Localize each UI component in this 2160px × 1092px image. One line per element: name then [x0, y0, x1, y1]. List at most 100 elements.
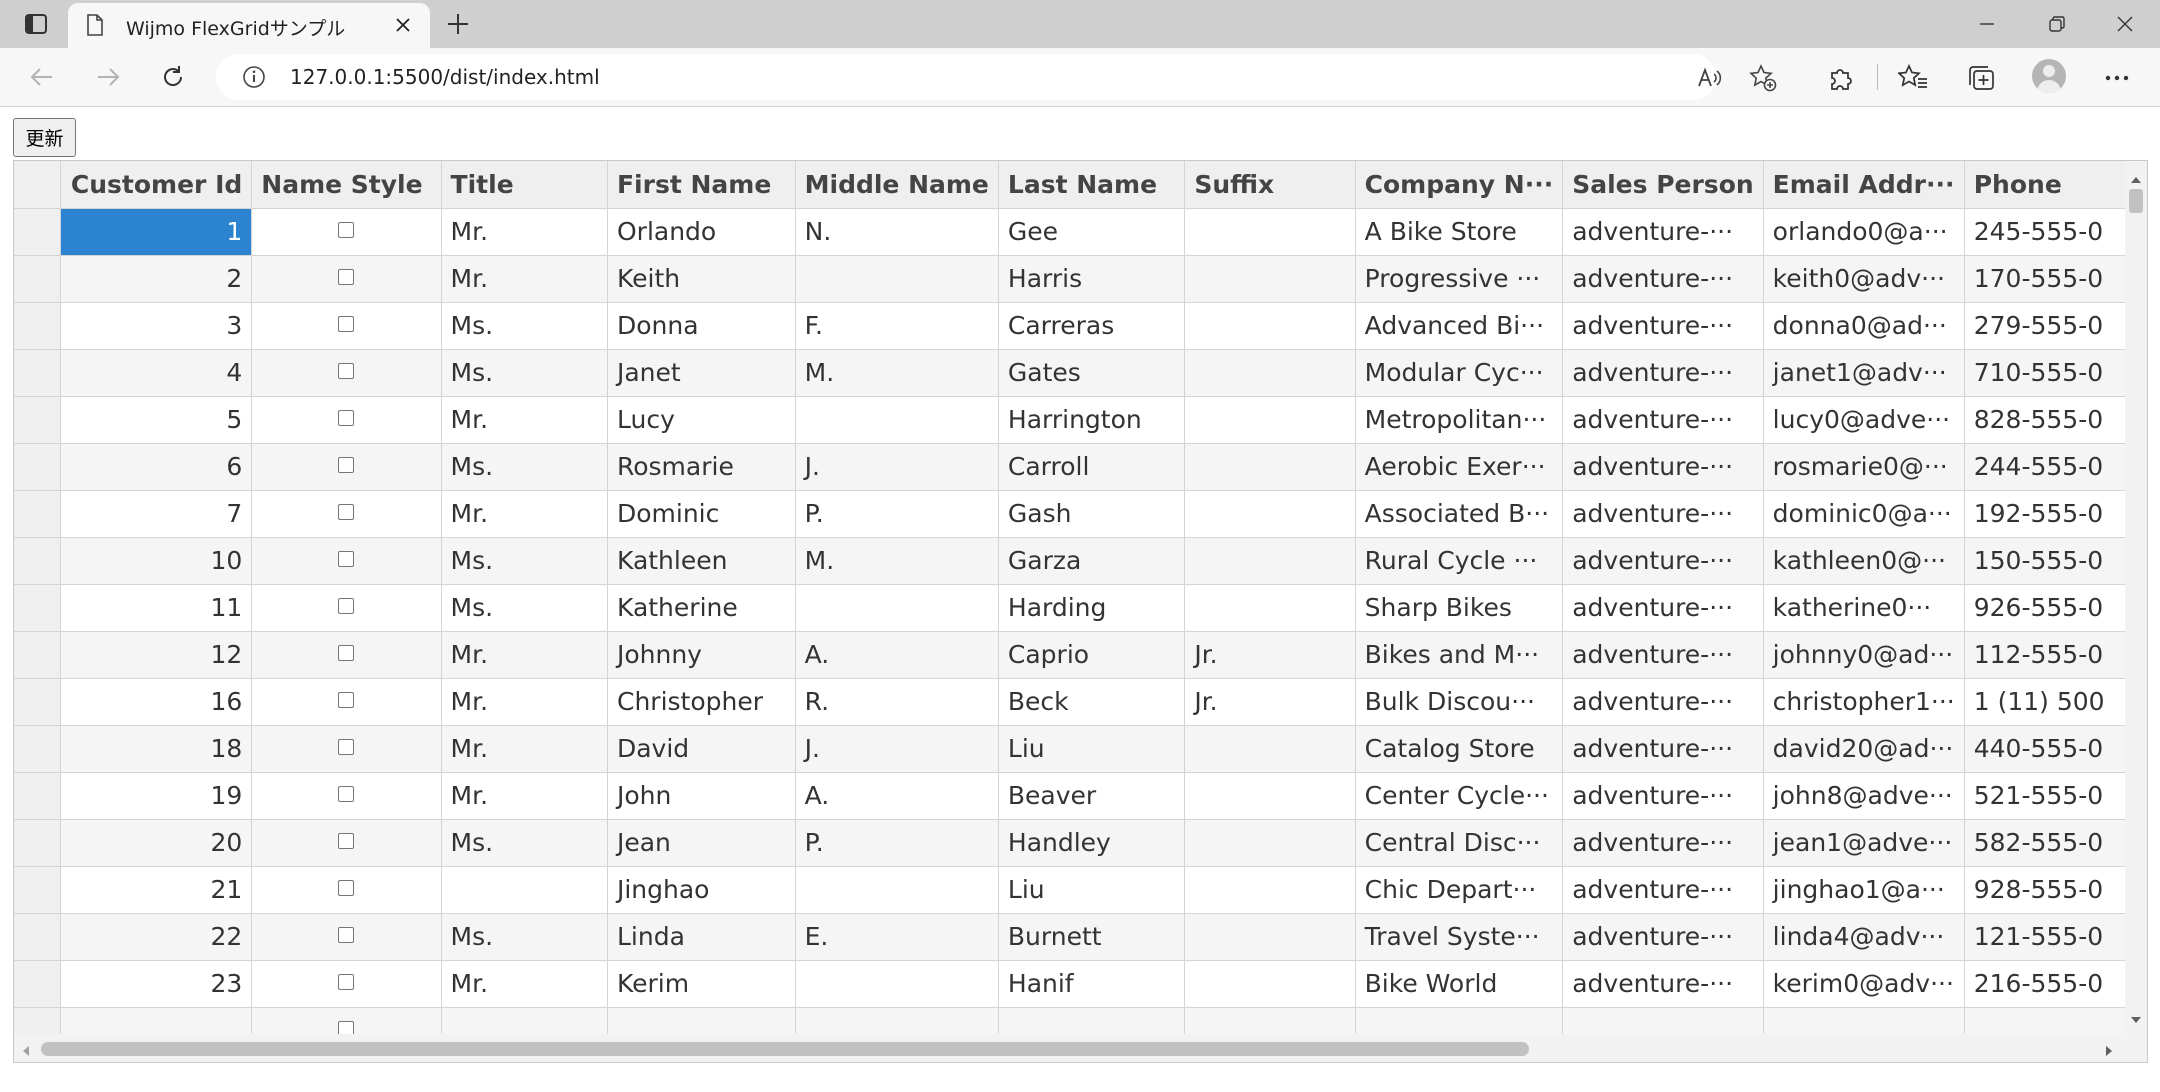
close-tab-icon[interactable]	[390, 12, 416, 38]
phone-cell[interactable]: 150-555-0	[1964, 537, 2147, 585]
first-name-cell[interactable]: Katherine	[607, 584, 796, 632]
last-name-cell[interactable]: Liu	[998, 725, 1186, 773]
customer-id-cell[interactable]: 1	[60, 208, 253, 256]
sales-person-cell[interactable]: adventure-···	[1562, 960, 1764, 1008]
email-cell[interactable]: keith0@adv···	[1763, 255, 1965, 303]
last-name-cell[interactable]: Harding	[998, 584, 1186, 632]
last-name-cell[interactable]: Beck	[998, 678, 1186, 726]
first-name-cell[interactable]: Keith	[607, 255, 796, 303]
row-header[interactable]	[14, 349, 61, 397]
last-name-cell[interactable]: Carroll	[998, 443, 1186, 491]
email-cell[interactable]: dominic0@a···	[1763, 490, 1965, 538]
company-name-cell[interactable]: Associated B···	[1355, 490, 1564, 538]
phone-cell[interactable]: 112-555-0	[1964, 631, 2147, 679]
row-header[interactable]	[14, 725, 61, 773]
middle-name-cell[interactable]	[795, 255, 999, 303]
name-style-checkbox[interactable]	[338, 926, 355, 943]
table-row[interactable]: 2 Mr. Keith Harris Progressive ··· adventure-…	[14, 255, 2147, 303]
table-row[interactable]: 18 Mr. David J. Liu Catalog Store adventure-··…	[14, 725, 2147, 773]
first-name-cell[interactable]: Janet	[607, 349, 796, 397]
company-name-cell[interactable]: Progressive ···	[1355, 255, 1564, 303]
email-cell[interactable]: janet1@adv···	[1763, 349, 1965, 397]
customer-id-cell[interactable]: 4	[60, 349, 253, 397]
middle-name-cell[interactable]: J.	[795, 725, 999, 773]
suffix-cell[interactable]	[1184, 819, 1356, 867]
horizontal-scrollbar[interactable]	[14, 1034, 2147, 1062]
name-style-checkbox[interactable]	[338, 362, 355, 379]
new-tab-icon[interactable]	[442, 10, 474, 38]
phone-cell[interactable]: 710-555-0	[1964, 349, 2147, 397]
phone-cell[interactable]: 245-555-0	[1964, 208, 2147, 256]
middle-name-cell[interactable]: F.	[795, 302, 999, 350]
company-name-cell[interactable]: Modular Cyc···	[1355, 349, 1564, 397]
column-header[interactable]: Email Addr···	[1763, 161, 1965, 209]
name-style-checkbox[interactable]	[338, 409, 355, 426]
middle-name-cell[interactable]	[795, 960, 999, 1008]
sales-person-cell[interactable]: adventure-···	[1562, 866, 1764, 914]
info-icon[interactable]	[242, 65, 266, 93]
table-row[interactable]: 10 Ms. Kathleen M. Garza Rural Cycle ··· adven…	[14, 537, 2147, 585]
phone-cell[interactable]: 279-555-0	[1964, 302, 2147, 350]
table-row[interactable]: 7 Mr. Dominic P. Gash Associated B··· adventur…	[14, 490, 2147, 538]
sales-person-cell[interactable]: adventure-···	[1562, 302, 1764, 350]
company-name-cell[interactable]: Chic Depart···	[1355, 866, 1564, 914]
sales-person-cell[interactable]: adventure-···	[1562, 349, 1764, 397]
company-name-cell[interactable]: Advanced Bi···	[1355, 302, 1564, 350]
name-style-cell[interactable]	[251, 584, 442, 632]
name-style-cell[interactable]	[251, 302, 442, 350]
row-header[interactable]	[14, 631, 61, 679]
sales-person-cell[interactable]: adventure-···	[1562, 678, 1764, 726]
name-style-checkbox[interactable]	[338, 973, 355, 990]
table-row[interactable]: 21 Jinghao Liu Chic Depart··· adventure-··· j…	[14, 866, 2147, 914]
company-name-cell[interactable]: Catalog Store	[1355, 725, 1564, 773]
company-name-cell[interactable]: Travel Syste···	[1355, 913, 1564, 961]
name-style-checkbox[interactable]	[338, 550, 355, 567]
name-style-cell[interactable]	[251, 396, 442, 444]
name-style-checkbox[interactable]	[338, 268, 355, 285]
sales-person-cell[interactable]: adventure-···	[1562, 490, 1764, 538]
email-cell[interactable]: rosmarie0@···	[1763, 443, 1965, 491]
more-menu-icon[interactable]	[2100, 61, 2134, 95]
suffix-cell[interactable]	[1184, 490, 1356, 538]
email-cell[interactable]: orlando0@a···	[1763, 208, 1965, 256]
company-name-cell[interactable]: Central Disc···	[1355, 819, 1564, 867]
first-name-cell[interactable]: Dominic	[607, 490, 796, 538]
last-name-cell[interactable]: Gee	[998, 208, 1186, 256]
email-cell[interactable]: johnny0@ad···	[1763, 631, 1965, 679]
name-style-checkbox[interactable]	[338, 785, 355, 802]
column-header[interactable]: Name Style	[251, 161, 442, 209]
table-row[interactable]: 16 Mr. Christopher R. Beck Jr. Bulk Discou··· a…	[14, 678, 2147, 726]
scroll-left-icon[interactable]	[22, 1042, 30, 1061]
customer-id-cell[interactable]: 11	[60, 584, 253, 632]
middle-name-cell[interactable]	[795, 866, 999, 914]
suffix-cell[interactable]: Jr.	[1184, 631, 1356, 679]
row-header[interactable]	[14, 255, 61, 303]
phone-cell[interactable]: 244-555-0	[1964, 443, 2147, 491]
title-cell[interactable]: Mr.	[441, 490, 608, 538]
name-style-checkbox[interactable]	[338, 879, 355, 896]
name-style-checkbox[interactable]	[338, 503, 355, 520]
middle-name-cell[interactable]: A.	[795, 631, 999, 679]
column-header[interactable]: Last Name	[998, 161, 1186, 209]
suffix-cell[interactable]	[1184, 302, 1356, 350]
first-name-cell[interactable]: Jean	[607, 819, 796, 867]
customer-id-cell[interactable]: 7	[60, 490, 253, 538]
row-header[interactable]	[14, 396, 61, 444]
top-left-cell[interactable]	[14, 161, 61, 209]
sales-person-cell[interactable]: adventure-···	[1562, 255, 1764, 303]
sales-person-cell[interactable]: adventure-···	[1562, 819, 1764, 867]
sales-person-cell[interactable]: adventure-···	[1562, 772, 1764, 820]
title-cell[interactable]: Ms.	[441, 443, 608, 491]
sales-person-cell[interactable]: adventure-···	[1562, 584, 1764, 632]
name-style-checkbox[interactable]	[338, 456, 355, 473]
middle-name-cell[interactable]: E.	[795, 913, 999, 961]
suffix-cell[interactable]	[1184, 443, 1356, 491]
phone-cell[interactable]: 928-555-0	[1964, 866, 2147, 914]
refresh-icon[interactable]	[157, 61, 189, 93]
middle-name-cell[interactable]: P.	[795, 819, 999, 867]
sales-person-cell[interactable]: adventure-···	[1562, 725, 1764, 773]
column-header[interactable]: Customer Id	[60, 161, 253, 209]
row-header[interactable]	[14, 866, 61, 914]
title-cell[interactable]: Mr.	[441, 960, 608, 1008]
name-style-checkbox[interactable]	[338, 644, 355, 661]
